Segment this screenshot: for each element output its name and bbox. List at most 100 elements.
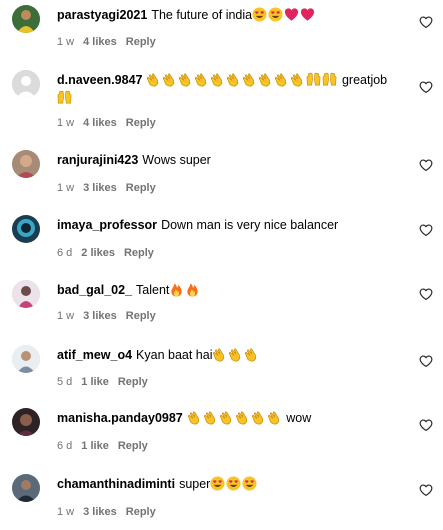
comment-username[interactable]: bad_gal_02_ bbox=[57, 283, 132, 297]
clap-emoji bbox=[227, 73, 239, 87]
comment-username[interactable]: chamanthinadiminti bbox=[57, 477, 175, 491]
comment-meta: 1 w 4 likes Reply bbox=[57, 116, 165, 130]
comment-likes[interactable]: 2 likes bbox=[81, 247, 115, 259]
red-heart-emoji bbox=[301, 8, 315, 21]
comment-likes[interactable]: 1 like bbox=[81, 440, 109, 452]
reply-button[interactable]: Reply bbox=[126, 506, 156, 518]
reply-button[interactable]: Reply bbox=[118, 440, 148, 452]
reply-button[interactable]: Reply bbox=[126, 36, 156, 48]
comment-time: 1 w bbox=[57, 117, 75, 129]
clap-emoji bbox=[187, 411, 199, 425]
comment-username[interactable]: parastyagi2021 bbox=[57, 8, 147, 22]
avatar[interactable] bbox=[12, 215, 40, 243]
smile-heart-eyes-emoji bbox=[226, 476, 241, 491]
comment-username[interactable]: manisha.panday0987 bbox=[57, 411, 183, 425]
smile-heart-eyes-emoji bbox=[268, 7, 283, 22]
clap-emoji bbox=[267, 411, 279, 425]
comment-username[interactable]: ranjurajini423 bbox=[57, 153, 138, 167]
comment-meta: 1 w 4 likes Reply bbox=[57, 35, 165, 49]
comment-text: super bbox=[179, 477, 211, 491]
comment-time: 6 d bbox=[57, 247, 73, 259]
clap-emoji bbox=[275, 73, 287, 87]
comment-line: ranjurajini423 Wows super bbox=[57, 151, 403, 169]
clap-emoji bbox=[291, 73, 303, 87]
comment-likes[interactable]: 3 likes bbox=[83, 182, 117, 194]
comment-text-after: wow bbox=[286, 411, 312, 425]
comment-text: Down man is very nice balancer bbox=[161, 218, 339, 232]
comment-line: atif_mew_o4 Kyan baat hai bbox=[57, 346, 403, 364]
comment-likes[interactable]: 3 likes bbox=[83, 506, 117, 518]
clap-emoji bbox=[147, 73, 159, 87]
reply-button[interactable]: Reply bbox=[118, 376, 148, 388]
comment-meta: 1 w 3 likes Reply bbox=[57, 309, 165, 323]
comment-username[interactable]: d.naveen.9847 bbox=[57, 73, 142, 87]
comment-meta: 5 d 1 like Reply bbox=[57, 375, 157, 389]
comment-line: chamanthinadiminti super bbox=[57, 475, 403, 493]
clap-emoji bbox=[195, 73, 207, 87]
clap-emoji bbox=[179, 73, 191, 87]
smile-heart-eyes-emoji bbox=[210, 476, 225, 491]
comment-time: 1 w bbox=[57, 36, 75, 48]
comment-meta: 1 w 3 likes Reply bbox=[57, 505, 165, 519]
fire-emoji bbox=[171, 283, 183, 297]
comment-username[interactable]: atif_mew_o4 bbox=[57, 348, 132, 362]
comment-text-after: greatjob bbox=[341, 73, 388, 87]
comment-line: parastyagi2021 The future of india bbox=[57, 6, 403, 24]
clap-emoji bbox=[229, 348, 241, 362]
comment-likes[interactable]: 4 likes bbox=[83, 117, 117, 129]
clap-emoji bbox=[219, 411, 231, 425]
clap-emoji bbox=[251, 411, 263, 425]
comment-text: Wows super bbox=[142, 153, 211, 167]
avatar[interactable] bbox=[12, 474, 40, 502]
comment-line: bad_gal_02_ Talent bbox=[57, 281, 403, 299]
reply-button[interactable]: Reply bbox=[124, 247, 154, 259]
avatar[interactable] bbox=[12, 280, 40, 308]
comment-likes[interactable]: 4 likes bbox=[83, 36, 117, 48]
comment-line: manisha.panday0987 wow bbox=[57, 409, 403, 427]
raised-hands-emoji bbox=[307, 72, 321, 86]
comment-meta: 6 d 2 likes Reply bbox=[57, 246, 163, 260]
raised-hands-emoji bbox=[323, 72, 337, 86]
like-heart-icon[interactable] bbox=[419, 418, 433, 432]
clap-emoji bbox=[243, 73, 255, 87]
comment-likes[interactable]: 3 likes bbox=[83, 310, 117, 322]
clap-emoji bbox=[211, 73, 223, 87]
comment-text: The future of india bbox=[151, 8, 253, 22]
comment-text: Talent bbox=[136, 283, 170, 297]
like-heart-icon[interactable] bbox=[419, 80, 433, 94]
comment-text: Kyan baat hai bbox=[136, 348, 213, 362]
clap-emoji bbox=[213, 348, 225, 362]
reply-button[interactable]: Reply bbox=[126, 182, 156, 194]
comment-time: 1 w bbox=[57, 310, 75, 322]
red-heart-emoji bbox=[285, 8, 299, 21]
comment-time: 6 d bbox=[57, 440, 73, 452]
avatar[interactable] bbox=[12, 150, 40, 178]
comment-line: d.naveen.9847 greatjob bbox=[57, 71, 403, 107]
clap-emoji bbox=[245, 348, 257, 362]
reply-button[interactable]: Reply bbox=[126, 117, 156, 129]
avatar[interactable] bbox=[12, 5, 40, 33]
comment-meta: 1 w 3 likes Reply bbox=[57, 181, 165, 195]
like-heart-icon[interactable] bbox=[419, 354, 433, 368]
clap-emoji bbox=[203, 411, 215, 425]
comment-time: 1 w bbox=[57, 182, 75, 194]
comment-line: imaya_professor Down man is very nice bal… bbox=[57, 216, 403, 234]
avatar[interactable] bbox=[12, 70, 40, 98]
comment-time: 1 w bbox=[57, 506, 75, 518]
reply-button[interactable]: Reply bbox=[126, 310, 156, 322]
like-heart-icon[interactable] bbox=[419, 15, 433, 29]
avatar[interactable] bbox=[12, 408, 40, 436]
like-heart-icon[interactable] bbox=[419, 483, 433, 497]
like-heart-icon[interactable] bbox=[419, 223, 433, 237]
like-heart-icon[interactable] bbox=[419, 287, 433, 301]
clap-emoji bbox=[235, 411, 247, 425]
comment-username[interactable]: imaya_professor bbox=[57, 218, 157, 232]
fire-emoji bbox=[187, 283, 199, 297]
avatar[interactable] bbox=[12, 345, 40, 373]
smile-heart-eyes-emoji bbox=[242, 476, 257, 491]
like-heart-icon[interactable] bbox=[419, 158, 433, 172]
comment-likes[interactable]: 1 like bbox=[81, 376, 109, 388]
clap-emoji bbox=[163, 73, 175, 87]
clap-emoji bbox=[259, 73, 271, 87]
comment-time: 5 d bbox=[57, 376, 73, 388]
